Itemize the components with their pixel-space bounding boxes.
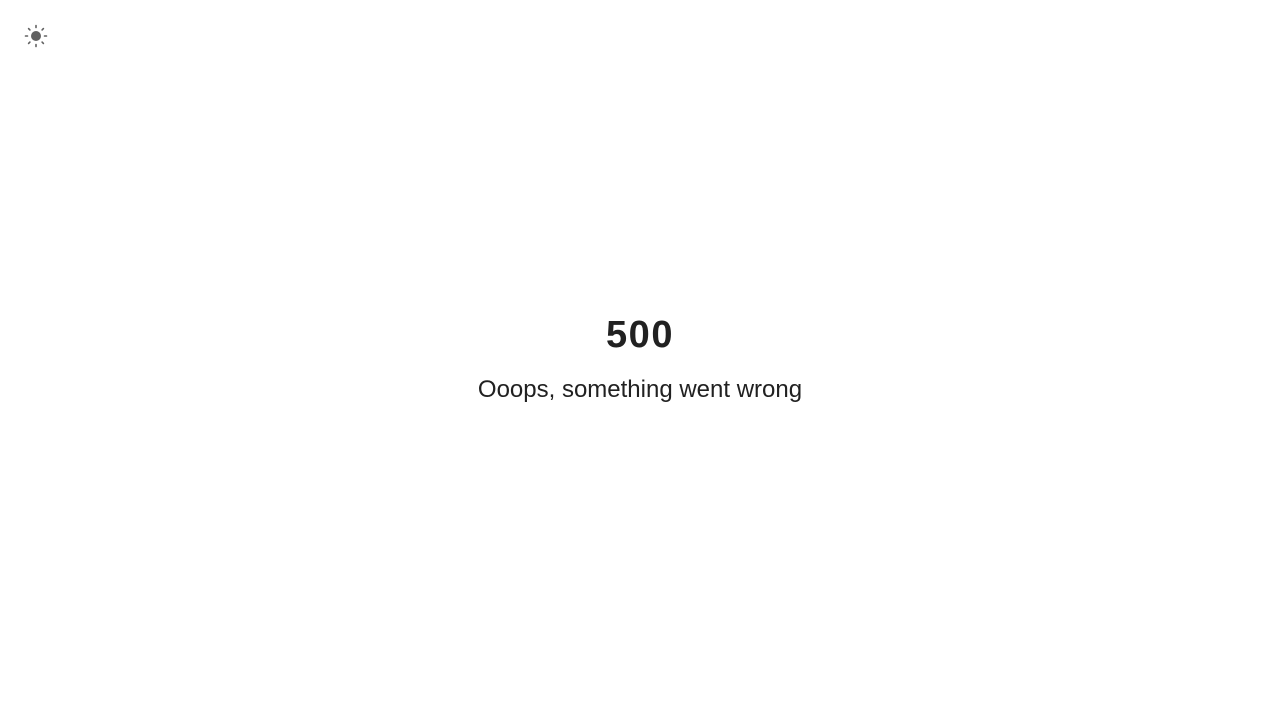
sun-icon xyxy=(24,24,48,48)
error-message: Ooops, something went wrong xyxy=(477,376,803,403)
error-code: 500 xyxy=(606,314,674,356)
theme-toggle-button[interactable] xyxy=(20,20,52,52)
error-container: 500 Ooops, something went wrong xyxy=(0,310,1280,406)
